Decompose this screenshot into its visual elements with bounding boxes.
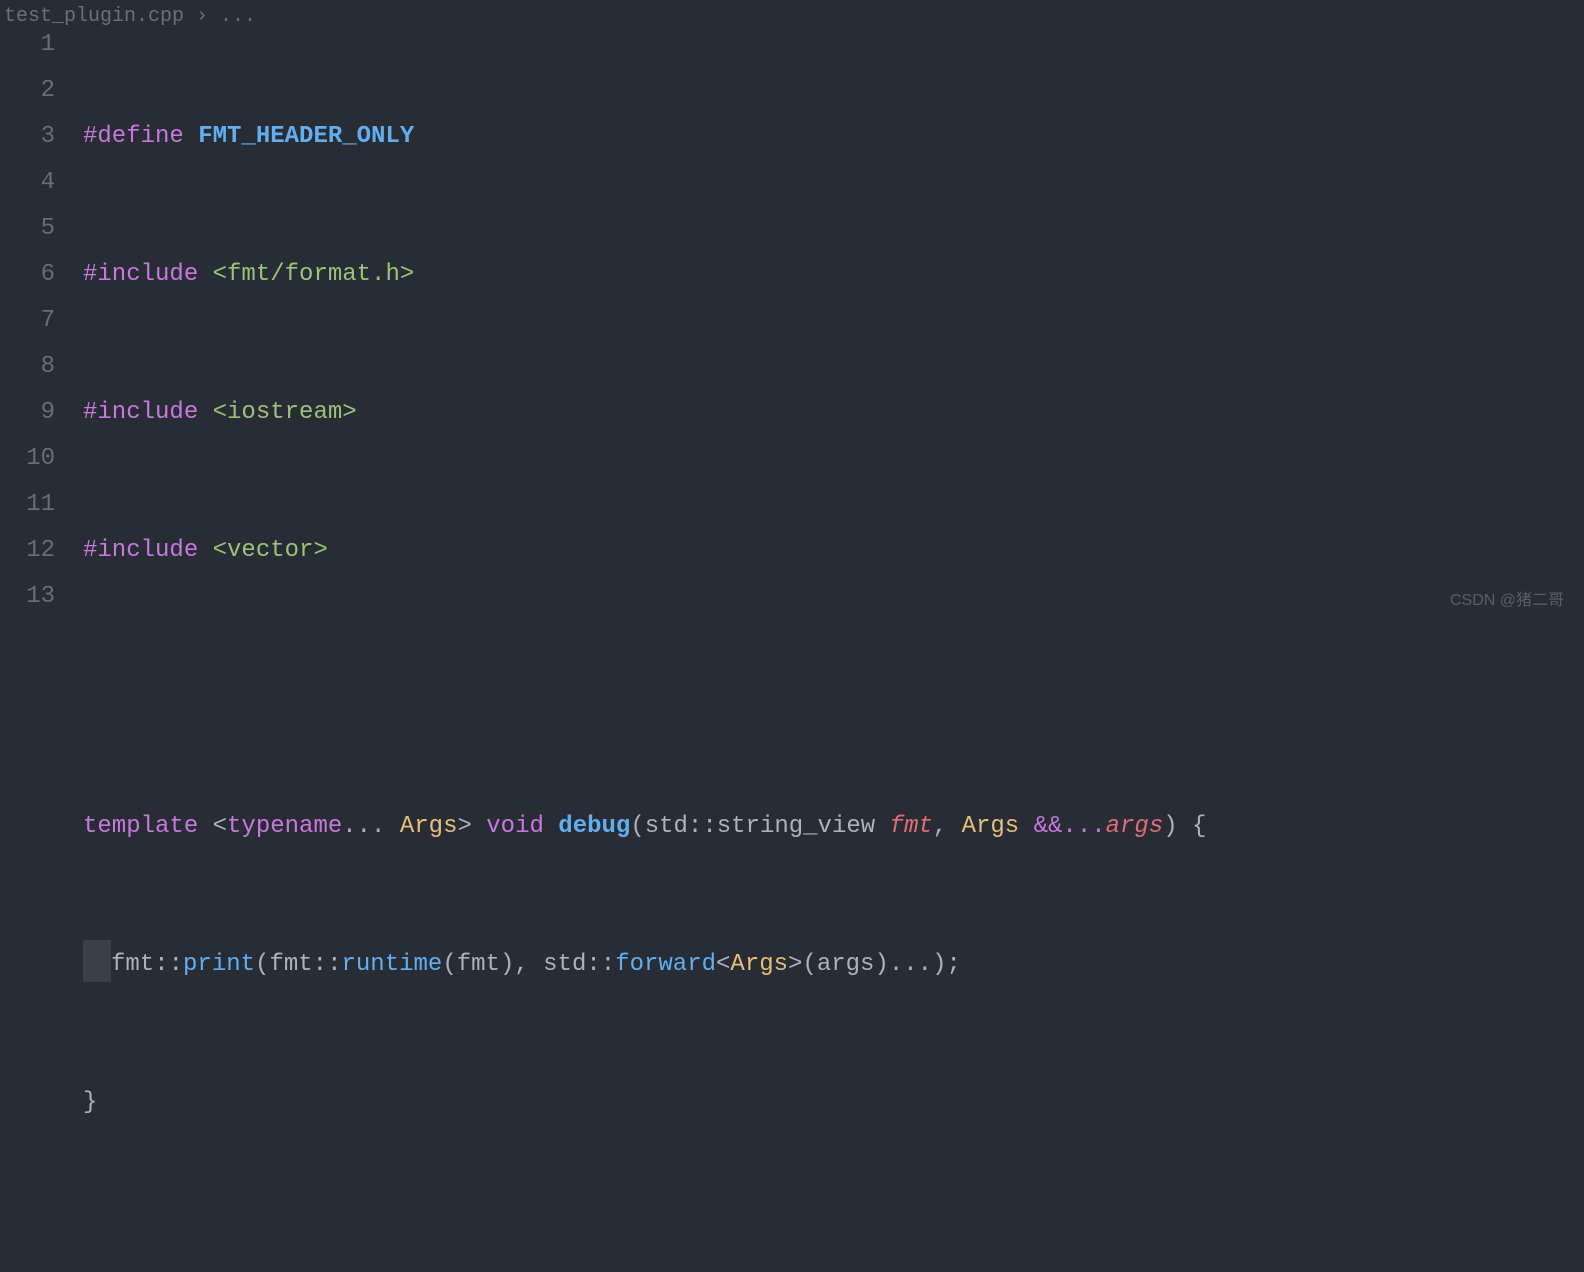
macro-name: FMT_HEADER_ONLY bbox=[198, 123, 414, 150]
identifier: fmt bbox=[457, 951, 500, 978]
line-number: 6 bbox=[0, 252, 55, 298]
brace: } bbox=[83, 1089, 97, 1116]
include-path: <iostream> bbox=[213, 399, 357, 426]
code-line: #include <fmt/format.h> bbox=[83, 252, 1584, 298]
param: fmt bbox=[890, 813, 933, 840]
line-number: 7 bbox=[0, 298, 55, 344]
namespace: fmt bbox=[111, 951, 154, 978]
identifier: args bbox=[817, 951, 875, 978]
type-name: Args bbox=[962, 813, 1034, 840]
directive: #define bbox=[83, 123, 198, 150]
line-number-gutter: 1 2 3 4 5 6 7 8 9 10 11 12 13 bbox=[0, 0, 55, 636]
directive: #include bbox=[83, 261, 213, 288]
punct: :: bbox=[313, 951, 342, 978]
line-number: 11 bbox=[0, 482, 55, 528]
param: args bbox=[1106, 813, 1164, 840]
punct: :: bbox=[154, 951, 183, 978]
code-line bbox=[83, 1218, 1584, 1264]
punct: > bbox=[457, 813, 486, 840]
punct: :: bbox=[586, 951, 615, 978]
keyword: template bbox=[83, 813, 213, 840]
breadcrumb: test_plugin.cpp › ... bbox=[0, 0, 256, 40]
punct: ), bbox=[500, 951, 543, 978]
line-number: 12 bbox=[0, 528, 55, 574]
punct: >( bbox=[788, 951, 817, 978]
type-name: Args bbox=[400, 813, 458, 840]
code-line: #include <iostream> bbox=[83, 390, 1584, 436]
keyword: void bbox=[486, 813, 558, 840]
line-number: 10 bbox=[0, 436, 55, 482]
code-line: #define FMT_HEADER_ONLY bbox=[83, 114, 1584, 160]
punct: ( bbox=[442, 951, 456, 978]
include-path: <fmt/format.h> bbox=[213, 261, 415, 288]
directive: #include bbox=[83, 537, 213, 564]
punct: ( bbox=[630, 813, 644, 840]
code-line: template <typename... Args> void debug(s… bbox=[83, 804, 1584, 850]
function-call: forward bbox=[615, 951, 716, 978]
punct: < bbox=[213, 813, 227, 840]
code-line: } bbox=[83, 1080, 1584, 1126]
watermark: CSDN @猪二哥 bbox=[1450, 578, 1564, 624]
operator: &&... bbox=[1034, 813, 1106, 840]
function-call: print bbox=[183, 951, 255, 978]
function-call: runtime bbox=[341, 951, 442, 978]
punct: , bbox=[933, 813, 962, 840]
punct: )...); bbox=[874, 951, 960, 978]
namespace: fmt bbox=[269, 951, 312, 978]
include-path: <vector> bbox=[213, 537, 328, 564]
line-number: 5 bbox=[0, 206, 55, 252]
line-number: 4 bbox=[0, 160, 55, 206]
code-area[interactable]: #define FMT_HEADER_ONLY #include <fmt/fo… bbox=[55, 0, 1584, 636]
type: std::string_view bbox=[645, 813, 890, 840]
keyword: typename bbox=[227, 813, 342, 840]
punct: ( bbox=[255, 951, 269, 978]
function-name: debug bbox=[558, 813, 630, 840]
code-line: fmt::print(fmt::runtime(fmt), std::forwa… bbox=[83, 942, 1584, 988]
code-line bbox=[83, 666, 1584, 712]
punct: ... bbox=[342, 813, 400, 840]
line-number: 3 bbox=[0, 114, 55, 160]
punct: ) { bbox=[1163, 813, 1206, 840]
indent-guide bbox=[83, 940, 111, 982]
punct: < bbox=[716, 951, 730, 978]
line-number: 2 bbox=[0, 68, 55, 114]
line-number: 13 bbox=[0, 574, 55, 620]
directive: #include bbox=[83, 399, 213, 426]
code-line: #include <vector> bbox=[83, 528, 1584, 574]
line-number: 8 bbox=[0, 344, 55, 390]
namespace: std bbox=[543, 951, 586, 978]
type-name: Args bbox=[730, 951, 788, 978]
code-editor[interactable]: 1 2 3 4 5 6 7 8 9 10 11 12 13 #define FM… bbox=[0, 0, 1584, 636]
line-number: 9 bbox=[0, 390, 55, 436]
